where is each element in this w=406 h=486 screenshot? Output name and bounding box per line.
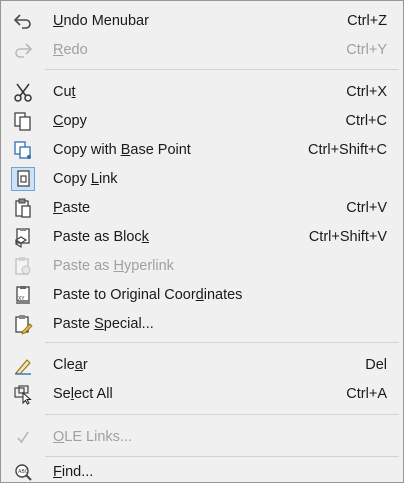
menu-item-label: Select All [53,385,113,402]
menu-item-shortcut: Ctrl+Shift+C [308,141,387,158]
undo-icon [11,9,35,33]
menu-item-label: Redo [53,41,88,58]
menu-item-shortcut: Ctrl+V [346,199,387,216]
menu-separator [45,342,399,343]
menu-item-label: Paste to Original Coordinates [53,286,243,303]
menu-item-ole-links[interactable]: OLE Links... [3,422,401,451]
menu-item-label: Paste as Hyperlink [53,257,174,274]
menu-item-paste-as-block[interactable]: Paste as Block Ctrl+Shift+V [3,222,401,251]
menu-item-label: Clear [53,356,88,373]
find-icon: ABC [11,460,35,484]
menu-item-shortcut: Ctrl+A [346,385,387,402]
svg-text:ABC: ABC [18,469,29,475]
svg-text:XY: XY [18,296,25,302]
paste-icon [11,196,35,220]
menu-item-label: Paste [53,199,91,216]
menu-item-label: Copy Link [53,170,118,187]
paste-hyperlink-icon [11,254,35,278]
menu-item-copy-link[interactable]: Copy Link [3,164,401,193]
menu-item-clear[interactable]: Clear Del [3,350,401,379]
menu-item-shortcut: Ctrl+Shift+V [308,228,387,245]
eraser-icon [11,353,35,377]
menu-item-copy[interactable]: Copy Ctrl+C [3,106,401,135]
menu-separator [45,69,399,70]
menu-item-paste-to-original-coordinates[interactable]: XY Paste to Original Coordinates [3,280,401,309]
edit-context-menu: Undo Menubar Ctrl+Z Redo Ctrl+Y Cut Ctrl… [0,0,404,483]
menu-item-paste-as-hyperlink[interactable]: Paste as Hyperlink [3,251,401,280]
paste-block-icon [11,225,35,249]
menu-item-label: Undo Menubar [53,12,149,29]
menu-item-find[interactable]: ABC Find... [3,457,401,486]
menu-item-undo[interactable]: Undo Menubar Ctrl+Z [3,6,401,35]
menu-item-label: Find... [53,463,94,480]
scissors-icon [11,80,35,104]
menu-item-label: Paste Special... [53,315,154,332]
menu-item-shortcut: Ctrl+Z [347,12,387,29]
copy-base-point-icon [11,138,35,162]
paste-special-icon [11,312,35,336]
menu-item-label: Copy with Base Point [53,141,191,158]
menu-item-cut[interactable]: Cut Ctrl+X [3,77,401,106]
menu-item-shortcut: Ctrl+X [346,83,387,100]
menu-separator [45,414,399,415]
menu-item-copy-base-point[interactable]: Copy with Base Point Ctrl+Shift+C [3,135,401,164]
menu-item-label: Copy [53,112,87,129]
menu-item-label: OLE Links... [53,428,132,445]
menu-item-label: Paste as Block [53,228,149,245]
menu-item-shortcut: Ctrl+Y [346,41,387,58]
select-all-icon [11,382,35,406]
paste-original-icon: XY [11,283,35,307]
redo-icon [11,38,35,62]
menu-item-label: Cut [53,83,76,100]
menu-item-paste-special[interactable]: Paste Special... [3,309,401,338]
menu-item-redo[interactable]: Redo Ctrl+Y [3,35,401,64]
checkmark-icon [11,425,35,449]
menu-item-shortcut: Ctrl+C [345,112,388,129]
menu-item-select-all[interactable]: Select All Ctrl+A [3,379,401,408]
menu-item-paste[interactable]: Paste Ctrl+V [3,193,401,222]
copy-link-icon [11,166,35,191]
menu-item-shortcut: Del [365,356,387,373]
copy-icon [11,109,35,133]
